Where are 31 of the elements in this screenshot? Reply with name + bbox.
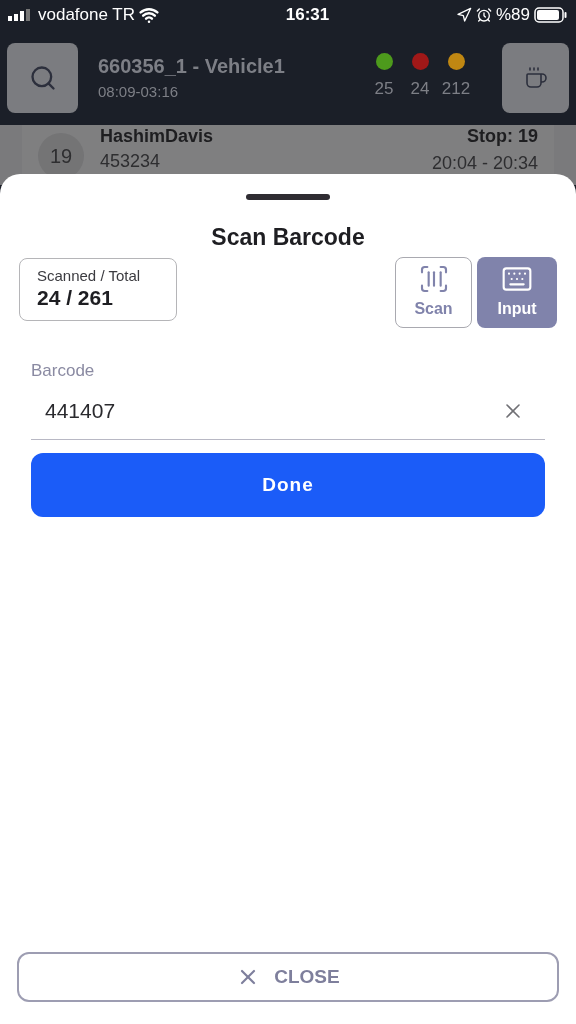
done-button[interactable]: Done [31, 453, 545, 517]
customer-name: HashimDavis [100, 125, 215, 148]
close-button[interactable]: CLOSE [17, 952, 559, 1002]
counter-label: Scanned / Total [37, 266, 142, 286]
wifi-icon [139, 5, 160, 25]
field-label: Barcode [31, 359, 96, 382]
status-count: 24 [410, 78, 430, 101]
field-value: 441407 [45, 398, 116, 425]
status-count: 25 [374, 78, 394, 101]
search-button[interactable] [7, 42, 78, 113]
alarm-icon [475, 7, 492, 23]
battery-icon [534, 7, 568, 23]
time-window: 20:04 - 20:34 [431, 151, 538, 174]
drag-handle[interactable] [246, 194, 330, 200]
barcode-field[interactable]: Barcode 441407 [31, 357, 545, 440]
location-icon [455, 7, 472, 23]
carrier-name: vodafone TR [38, 4, 136, 27]
battery-percent: %89 [495, 4, 530, 27]
status-count: 212 [441, 78, 471, 101]
route-title: 660356_1 - Vehicle1 [98, 54, 286, 80]
break-button[interactable] [502, 42, 569, 113]
counter-value: 24 / 261 [37, 285, 114, 312]
stop-label: Stop: 19 [467, 125, 538, 148]
clock-time: 16:31 [285, 4, 330, 27]
mode-toggle[interactable]: Input [477, 256, 557, 328]
coffee-cup-icon [523, 65, 548, 90]
mode-toggle[interactable]: Scan [395, 256, 472, 328]
customer-code: 453234 [100, 149, 162, 172]
sheet-title: Scan Barcode [210, 223, 366, 252]
search-icon [28, 63, 57, 92]
route-time: 08:09-03:16 [98, 82, 180, 103]
